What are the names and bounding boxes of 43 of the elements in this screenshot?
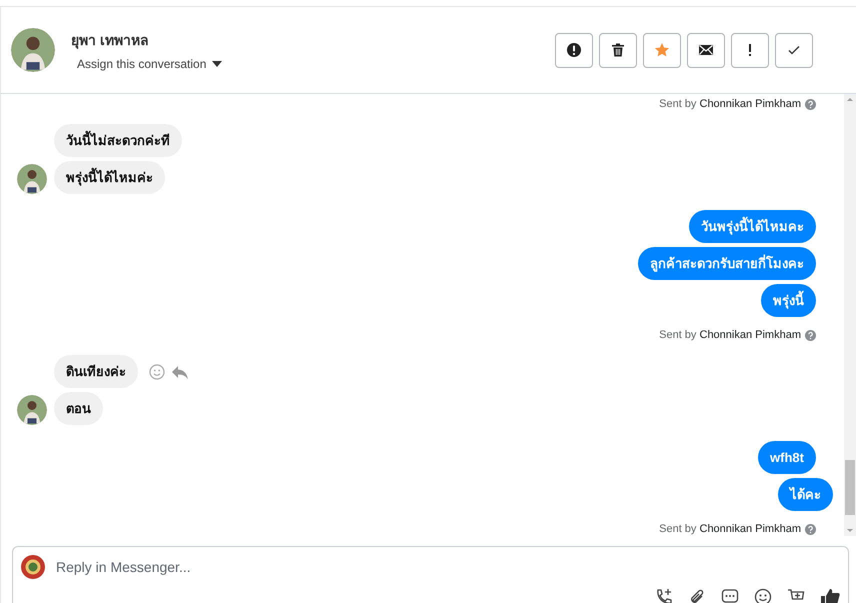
sent-by-label: Sent by Chonnikan Pimkham xyxy=(659,98,801,110)
message-bubble: พรุ่งนี้ได้ไหมค่ะ xyxy=(54,161,165,194)
message-bubble: wfh8t xyxy=(758,441,816,474)
scrollbar-thumb[interactable] xyxy=(845,460,855,515)
agent-avatar xyxy=(21,555,45,579)
caret-icon xyxy=(212,61,222,67)
message-bubble: ได้คะ xyxy=(778,478,833,511)
trash-button[interactable] xyxy=(599,32,637,68)
help-icon[interactable] xyxy=(805,330,816,340)
message-bubble: วันพรุ่งนี้ได้ไหมคะ xyxy=(689,210,816,243)
scroll-up-icon[interactable] xyxy=(847,98,853,101)
star-button[interactable] xyxy=(643,32,681,68)
message-bubble: ลูกค้าสะดวกรับสายกี่โมงคะ xyxy=(638,247,816,280)
message-bubble: พรุ่งนี้ xyxy=(761,284,816,317)
scroll-down-icon[interactable] xyxy=(847,529,853,532)
contact-avatar xyxy=(17,395,47,425)
envelope-icon xyxy=(698,42,714,58)
alert-icon xyxy=(566,42,582,58)
checkmark-button[interactable] xyxy=(775,32,813,68)
alert-button[interactable] xyxy=(555,32,593,68)
envelope-button[interactable] xyxy=(687,32,725,68)
sent-by-label: Sent by Chonnikan Pimkham xyxy=(659,523,801,535)
phone-plus-icon[interactable] xyxy=(655,588,673,603)
help-icon[interactable] xyxy=(805,524,816,534)
sent-by-label: Sent by Chonnikan Pimkham xyxy=(659,329,801,341)
thumbs-up-icon[interactable] xyxy=(820,588,840,603)
message-bubble: วันนี้ไม่สะดวกค่ะที xyxy=(54,124,182,157)
smiley-icon[interactable] xyxy=(754,588,772,603)
star-icon xyxy=(654,42,670,58)
paperclip-icon[interactable] xyxy=(688,588,706,603)
message-icon[interactable] xyxy=(721,588,739,603)
contact-avatar xyxy=(17,164,47,194)
message-bubble: ดินเทียงค่ะ xyxy=(54,355,138,388)
trash-icon xyxy=(610,42,626,58)
help-icon[interactable] xyxy=(805,98,816,110)
avatar-silhouette-icon xyxy=(11,28,55,72)
scrollbar[interactable] xyxy=(844,94,856,536)
contact-name: ยุพา เทพาหล xyxy=(71,31,150,51)
exclamation-button[interactable] xyxy=(731,32,769,68)
reply-input[interactable]: Reply in Messenger... xyxy=(56,559,840,575)
reply-icon[interactable] xyxy=(171,364,189,380)
message-bubble: ตอน xyxy=(54,392,103,425)
assign-dropdown[interactable]: Assign this conversation xyxy=(68,57,222,71)
